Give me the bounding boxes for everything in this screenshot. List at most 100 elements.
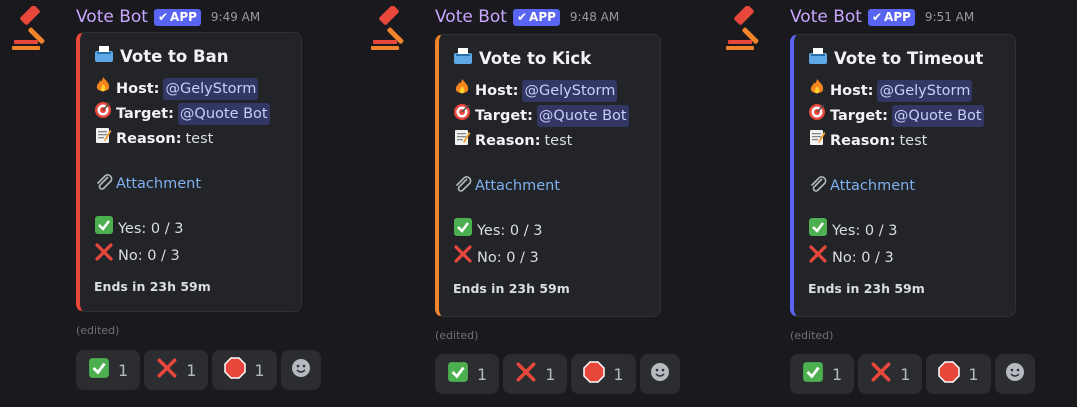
target-icon <box>808 103 826 128</box>
gavel-avatar-icon[interactable] <box>726 6 774 54</box>
attachment-label[interactable]: Attachment <box>116 176 201 192</box>
reaction-cross[interactable]: 1 <box>503 354 568 394</box>
reaction-stop[interactable]: 1 <box>926 354 991 394</box>
target-label: Target: <box>475 107 533 124</box>
reaction-count: 1 <box>613 364 624 384</box>
cross-mark-icon <box>94 242 114 269</box>
attachment-link[interactable]: Attachment <box>453 175 648 197</box>
reason-label: Reason: <box>116 130 182 147</box>
reaction-count: 1 <box>900 364 911 384</box>
target-mention[interactable]: @Quote Bot <box>891 104 984 127</box>
smiley-icon <box>1004 361 1026 387</box>
reaction-stop[interactable]: 1 <box>571 354 636 394</box>
reason-field: Reason: test <box>808 128 1003 153</box>
yes-count-text: Yes: 0 / 3 <box>118 220 184 237</box>
attachment-label[interactable]: Attachment <box>830 178 915 194</box>
app-badge: ✔ APP <box>153 8 201 26</box>
reaction-count: 1 <box>254 360 265 380</box>
reaction-bar: 1 1 1 <box>76 350 321 390</box>
gavel-avatar-icon[interactable] <box>371 6 419 54</box>
reaction-check[interactable]: 1 <box>435 354 500 394</box>
memo-icon <box>453 128 471 153</box>
stop-sign-icon <box>224 357 247 383</box>
host-label: Host: <box>475 82 519 99</box>
vote-counts: Yes: 0 / 3 No: 0 / 3 <box>808 217 1003 271</box>
app-badge-label: APP <box>884 10 911 24</box>
embed-card: Vote to Ban Host: @GelyStorm Target: @Qu… <box>76 32 302 312</box>
username[interactable]: Vote Bot <box>76 7 148 27</box>
embed-fields: Host: @GelyStorm Target: @Quote Bot Reas… <box>453 78 648 153</box>
username[interactable]: Vote Bot <box>790 7 862 27</box>
smiley-icon <box>649 361 671 387</box>
embed-title-text: Vote to Kick <box>479 48 592 68</box>
add-reaction-button[interactable] <box>994 354 1035 394</box>
host-mention[interactable]: @GelyStorm <box>522 79 618 102</box>
embed-footer: Ends in 23h 59m <box>453 281 570 296</box>
reaction-cross[interactable]: 1 <box>858 354 923 394</box>
no-count: No: 0 / 3 <box>94 242 289 269</box>
message-header: Vote Bot ✔ APP 9:49 AM <box>76 6 260 28</box>
host-field: Host: @GelyStorm <box>808 78 1003 103</box>
app-badge: ✔ APP <box>512 8 560 26</box>
reaction-check[interactable]: 1 <box>76 350 141 390</box>
target-icon <box>94 101 112 126</box>
attachment-link[interactable]: Attachment <box>94 173 289 195</box>
reaction-check[interactable]: 1 <box>790 354 855 394</box>
checkmark-icon: ✔ <box>157 10 169 24</box>
target-label: Target: <box>116 105 174 122</box>
target-mention[interactable]: @Quote Bot <box>536 104 629 127</box>
reason-field: Reason: test <box>453 128 648 153</box>
reason-value: test <box>899 132 928 149</box>
gavel-avatar-icon[interactable] <box>12 6 60 54</box>
timestamp[interactable]: 9:49 AM <box>211 10 260 24</box>
reaction-cross[interactable]: 1 <box>144 350 209 390</box>
check-icon <box>447 361 469 387</box>
add-reaction-button[interactable] <box>639 354 680 394</box>
reason-value: test <box>544 132 573 149</box>
message-header: Vote Bot ✔ APP 9:48 AM <box>435 6 619 28</box>
host-label: Host: <box>830 82 874 99</box>
yes-count-text: Yes: 0 / 3 <box>477 222 543 239</box>
vote-counts: Yes: 0 / 3 No: 0 / 3 <box>94 215 289 269</box>
attachment-label[interactable]: Attachment <box>475 178 560 194</box>
embed-card: Vote to Timeout Host: @GelyStorm Target:… <box>790 34 1016 317</box>
yes-count: Yes: 0 / 3 <box>453 217 648 244</box>
reaction-count: 1 <box>186 360 197 380</box>
no-count: No: 0 / 3 <box>453 244 648 271</box>
embed-card: Vote to Kick Host: @GelyStorm Target: @Q… <box>435 34 661 317</box>
embed-footer: Ends in 23h 59m <box>808 281 925 296</box>
smiley-icon <box>290 357 312 383</box>
memo-icon <box>94 126 112 151</box>
add-reaction-button[interactable] <box>280 350 321 390</box>
timestamp[interactable]: 9:48 AM <box>570 10 619 24</box>
vote-counts: Yes: 0 / 3 No: 0 / 3 <box>453 217 648 271</box>
embed-title-text: Vote to Timeout <box>834 48 984 68</box>
host-mention[interactable]: @GelyStorm <box>163 77 259 100</box>
message-header: Vote Bot ✔ APP 9:51 AM <box>790 6 974 28</box>
checkmark-icon: ✔ <box>516 10 528 24</box>
target-field: Target: @Quote Bot <box>453 103 648 128</box>
cross-icon <box>870 361 892 387</box>
host-mention[interactable]: @GelyStorm <box>877 79 973 102</box>
check-box-icon <box>808 217 828 244</box>
yes-count-text: Yes: 0 / 3 <box>832 222 898 239</box>
reaction-count: 1 <box>477 364 488 384</box>
paperclip-icon <box>94 173 114 195</box>
target-mention[interactable]: @Quote Bot <box>177 102 270 125</box>
message-vote-ban: Vote Bot ✔ APP 9:49 AM Vote to Ban Host:… <box>12 6 342 406</box>
attachment-link[interactable]: Attachment <box>808 175 1003 197</box>
embed-title: Vote to Timeout <box>808 47 1003 69</box>
cross-mark-icon <box>453 244 473 271</box>
ballot-box-icon <box>808 47 828 69</box>
fire-icon <box>453 78 471 103</box>
username[interactable]: Vote Bot <box>435 7 507 27</box>
embed-title: Vote to Ban <box>94 45 289 67</box>
stop-sign-icon <box>938 361 961 387</box>
no-count-text: No: 0 / 3 <box>118 247 180 264</box>
reaction-stop[interactable]: 1 <box>212 350 277 390</box>
timestamp[interactable]: 9:51 AM <box>925 10 974 24</box>
embed-fields: Host: @GelyStorm Target: @Quote Bot Reas… <box>808 78 1003 153</box>
ballot-box-icon <box>94 45 114 67</box>
paperclip-icon <box>808 175 828 197</box>
yes-count: Yes: 0 / 3 <box>94 215 289 242</box>
